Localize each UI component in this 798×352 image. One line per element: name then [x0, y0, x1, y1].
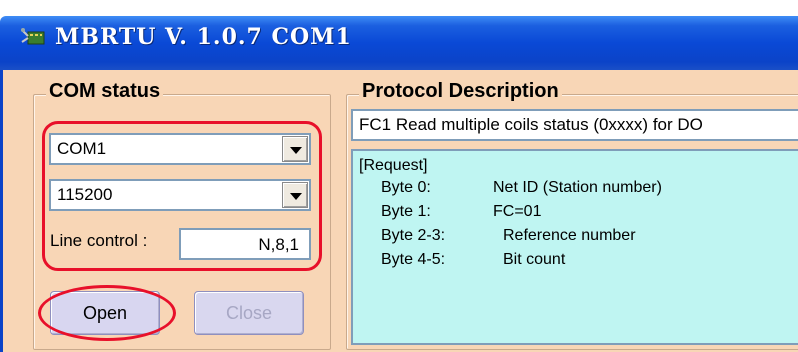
port-select[interactable]: COM1	[49, 133, 311, 165]
chevron-down-icon[interactable]	[282, 182, 308, 208]
request-row-byte: Byte 2-3:	[381, 227, 446, 244]
line-control-label: Line control :	[50, 231, 148, 250]
port-select-value: COM1	[57, 139, 107, 158]
request-row-desc: Reference number	[503, 227, 636, 244]
line-control-field[interactable]: N,8,1	[179, 228, 311, 260]
chevron-down-icon[interactable]	[282, 136, 308, 162]
app-window: MBRTU V. 1.0.7 COM1 COM status COM1 1152…	[0, 0, 798, 352]
open-button[interactable]: Open	[50, 291, 160, 335]
baud-select-value: 115200	[57, 185, 113, 204]
request-header: [Request]	[359, 157, 428, 174]
function-code-field[interactable]: FC1 Read multiple coils status (0xxxx) f…	[351, 109, 798, 141]
protocol-description-box: [Request] Byte 0: Net ID (Station number…	[351, 149, 798, 345]
window-title: MBRTU V. 1.0.7 COM1	[55, 24, 352, 50]
request-row-byte: Byte 0:	[381, 179, 431, 196]
request-row-desc: Net ID (Station number)	[493, 179, 662, 196]
close-button[interactable]: Close	[194, 291, 304, 335]
com-status-title: COM status	[46, 80, 164, 103]
title-bar[interactable]: MBRTU V. 1.0.7 COM1	[0, 16, 798, 70]
protocol-group: Protocol Description FC1 Read multiple c…	[346, 80, 798, 350]
protocol-title: Protocol Description	[359, 80, 562, 103]
baud-select[interactable]: 115200	[49, 179, 311, 211]
request-row-desc: FC=01	[493, 203, 542, 220]
client-area: COM status COM1 115200 Line control : N,…	[0, 70, 798, 352]
com-status-group: COM status COM1 115200 Line control : N,…	[33, 80, 331, 350]
app-plug-icon	[21, 28, 45, 45]
request-row-desc: Bit count	[503, 251, 566, 268]
request-row-byte: Byte 4-5:	[381, 251, 446, 268]
request-row-byte: Byte 1:	[381, 203, 431, 220]
